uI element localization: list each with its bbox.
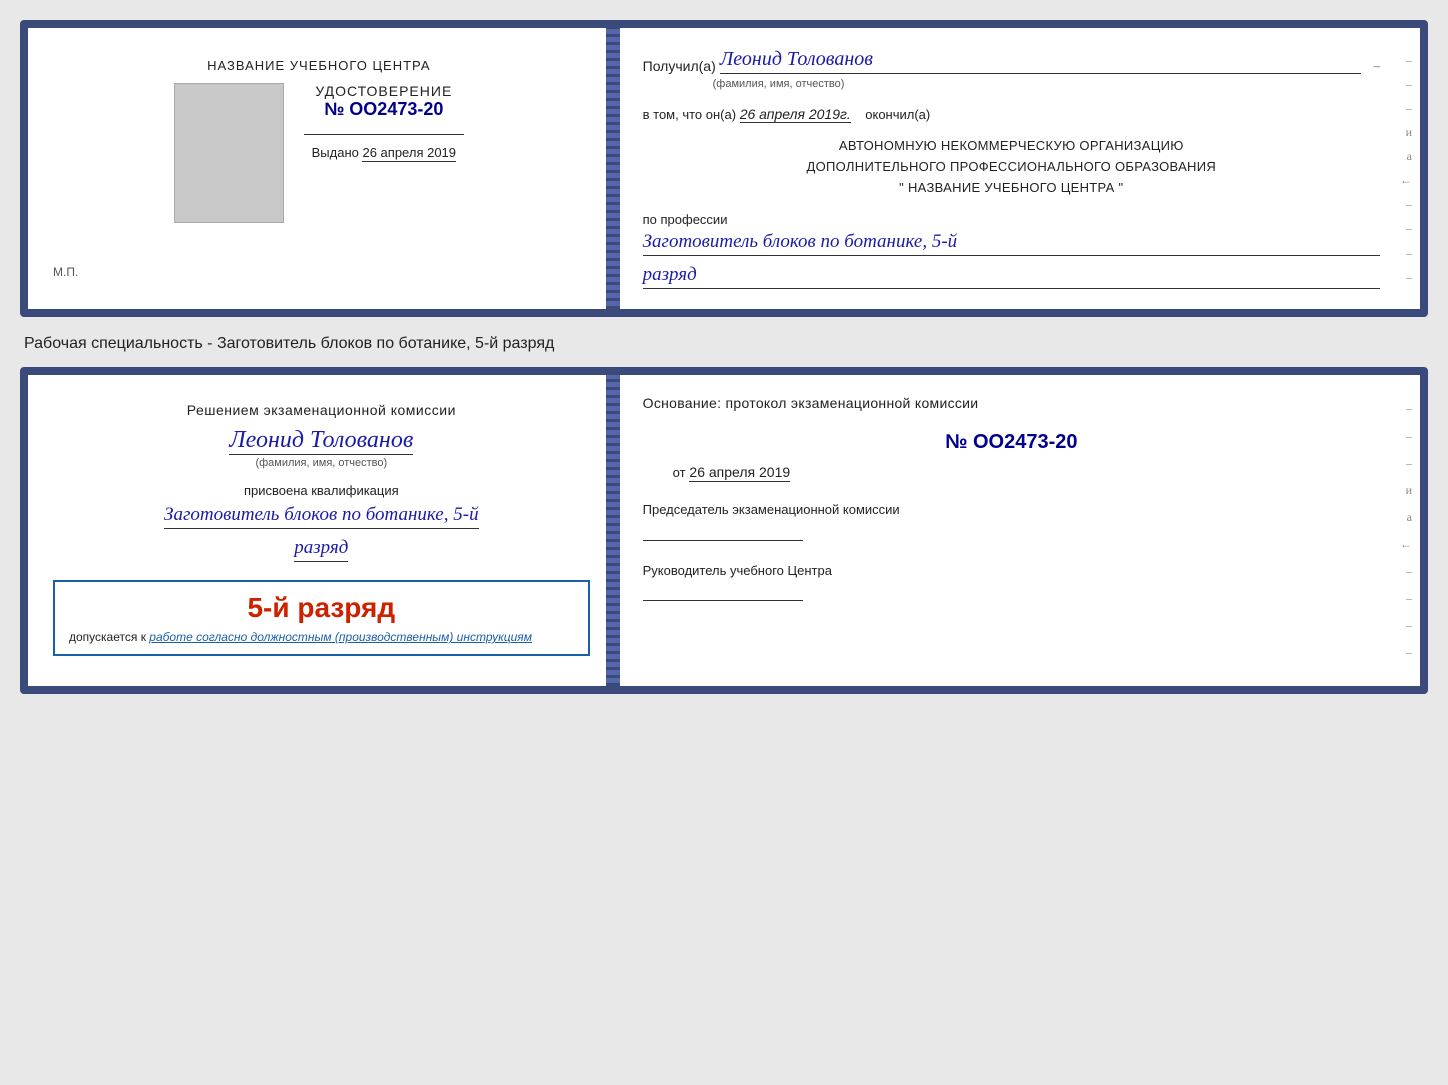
certificate-card-2: Решением экзаменационной комиссии Леонид… bbox=[20, 367, 1428, 694]
card1-right: Получил(а) Леонид Толованов – (фамилия, … bbox=[613, 28, 1420, 309]
decision-text: Решением экзаменационной комиссии bbox=[187, 400, 456, 421]
basis-title: Основание: протокол экзаменационной коми… bbox=[643, 395, 1380, 411]
qualification-value: Заготовитель блоков по ботанике, 5-й bbox=[164, 504, 479, 529]
binding-strip-2 bbox=[606, 375, 620, 686]
profession-value: Заготовитель блоков по ботанике, 5-й bbox=[643, 231, 1380, 256]
side-marks-2: – – – и а ← – – – – bbox=[1400, 375, 1412, 686]
chairman-sig-line bbox=[643, 540, 803, 541]
chairman-title: Председатель экзаменационной комиссии bbox=[643, 500, 1380, 520]
stamp-allowed: допускается к работе согласно должностны… bbox=[69, 630, 574, 644]
director-block: Руководитель учебного Центра bbox=[643, 561, 1380, 602]
protocol-number: № OO2473-20 bbox=[643, 431, 1380, 454]
stamp-label: М.П. bbox=[53, 265, 78, 279]
card1-left: НАЗВАНИЕ УЧЕБНОГО ЦЕНТРА УДОСТОВЕРЕНИЕ №… bbox=[28, 28, 613, 309]
certificate-card-1: НАЗВАНИЕ УЧЕБНОГО ЦЕНТРА УДОСТОВЕРЕНИЕ №… bbox=[20, 20, 1428, 317]
stamp-box: 5-й разряд допускается к работе согласно… bbox=[53, 580, 590, 656]
training-center-label: НАЗВАНИЕ УЧЕБНОГО ЦЕНТРА bbox=[207, 58, 430, 73]
issued-date: Выдано 26 апреля 2019 bbox=[312, 145, 456, 160]
assigned-text: присвоена квалификация bbox=[244, 483, 399, 498]
stamp-rank: 5-й разряд bbox=[69, 592, 574, 624]
confirm-block: в том, что он(а) 26 апреля 2019г. окончи… bbox=[643, 106, 1380, 122]
rank-value2: разряд bbox=[294, 537, 348, 562]
card2-right: Основание: протокол экзаменационной коми… bbox=[613, 375, 1420, 686]
side-marks: – – – и а ← – – – – bbox=[1400, 28, 1412, 309]
org-block: АВТОНОМНУЮ НЕКОММЕРЧЕСКУЮ ОРГАНИЗАЦИЮ ДО… bbox=[643, 136, 1380, 198]
rank-value: разряд bbox=[643, 264, 1380, 289]
photo-placeholder bbox=[174, 83, 284, 223]
from-date: от 26 апреля 2019 bbox=[673, 464, 1380, 480]
binding-strip bbox=[606, 28, 620, 309]
certificate-number: № OO2473-20 bbox=[324, 99, 443, 120]
profession-label: по профессии bbox=[643, 212, 1380, 227]
certificate-title: УДОСТОВЕРЕНИЕ bbox=[315, 83, 452, 99]
recipient-line: Получил(а) Леонид Толованов – bbox=[643, 48, 1380, 74]
caption: Рабочая специальность - Заготовитель бло… bbox=[24, 335, 1428, 353]
card2-left: Решением экзаменационной комиссии Леонид… bbox=[28, 375, 613, 686]
director-sig-line bbox=[643, 600, 803, 601]
person-name: Леонид Толованов bbox=[229, 427, 413, 455]
director-title: Руководитель учебного Центра bbox=[643, 561, 1380, 581]
chairman-block: Председатель экзаменационной комиссии bbox=[643, 500, 1380, 541]
